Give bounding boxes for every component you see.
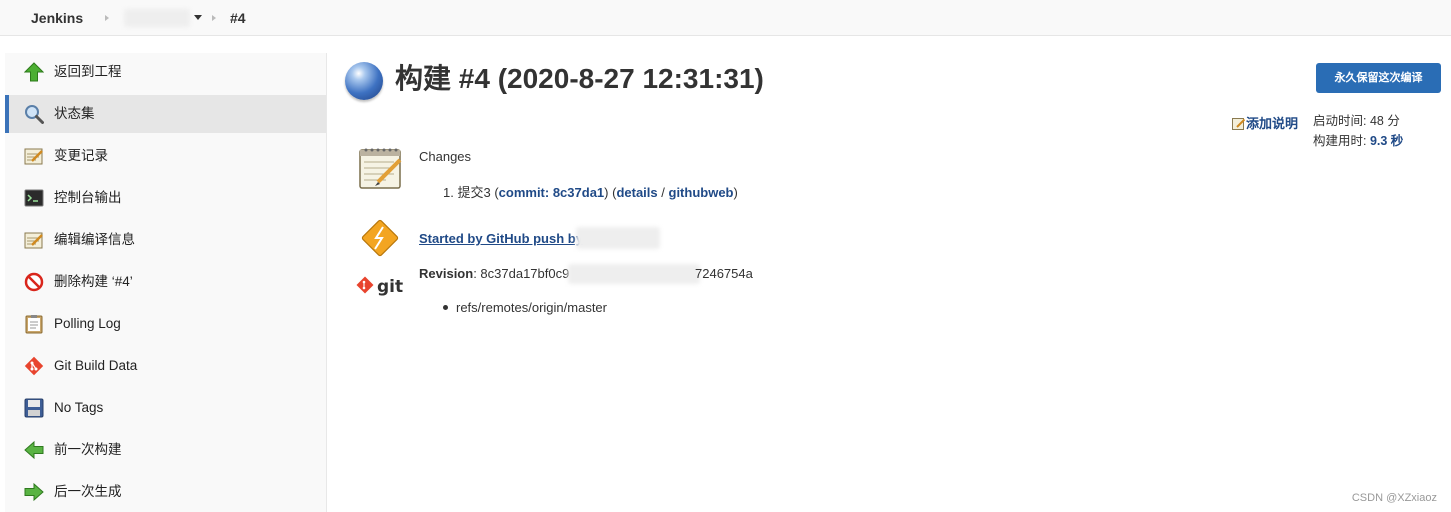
svg-text:git: git: [377, 277, 403, 297]
build-status-ball-icon: [345, 62, 383, 100]
commit-link[interactable]: commit: 8c37da1: [499, 185, 605, 200]
link-separator: /: [661, 185, 665, 200]
sidebar: 返回到工程 状态集 变更记录 控制台输出 编辑编译信息 删除构建 ‘#4’ Po…: [5, 53, 327, 512]
sidebar-item-delete-build[interactable]: 删除构建 ‘#4’: [5, 263, 326, 301]
watermark: CSDN @XZxiaoz: [1351, 492, 1437, 504]
clipboard-icon: [25, 315, 43, 334]
up-arrow-icon: [24, 62, 44, 82]
notepad-icon: [24, 232, 43, 249]
sidebar-item-next-build[interactable]: 后一次生成: [5, 473, 326, 511]
search-icon: [25, 105, 44, 124]
add-description-label: 添加说明: [1246, 116, 1299, 131]
sidebar-item-label: No Tags: [54, 400, 104, 415]
notepad-icon: [24, 148, 43, 165]
sidebar-item-edit-build-info[interactable]: 编辑编译信息: [5, 221, 326, 259]
breadcrumb-jenkins[interactable]: Jenkins: [31, 0, 83, 36]
git-icon: [24, 356, 44, 376]
no-entry-icon: [24, 272, 44, 292]
sidebar-item-label: 变更记录: [54, 148, 108, 163]
breadcrumb-bar: Jenkins #4: [0, 0, 1451, 36]
revision-suffix: 7246754a: [695, 266, 753, 281]
sidebar-item-label: Git Build Data: [54, 358, 138, 373]
sidebar-item-no-tags[interactable]: No Tags: [5, 389, 326, 427]
floppy-icon: [24, 398, 44, 418]
sidebar-item-label: 返回到工程: [54, 64, 122, 79]
change-item-text: 提交3: [457, 185, 491, 200]
git-logo-icon: git: [356, 276, 403, 297]
githubweb-link[interactable]: githubweb: [669, 185, 734, 200]
sidebar-item-label: 前一次构建: [54, 442, 122, 457]
sidebar-item-back-to-project[interactable]: 返回到工程: [5, 53, 326, 91]
sidebar-item-label: 后一次生成: [54, 484, 122, 499]
sidebar-item-label: 删除构建 ‘#4’: [54, 274, 133, 289]
details-link[interactable]: details: [616, 185, 657, 200]
sidebar-item-status[interactable]: 状态集: [5, 95, 326, 133]
revision-label: Revision: [419, 266, 474, 281]
sidebar-item-git-build-data[interactable]: Git Build Data: [5, 347, 326, 385]
started-time: 启动时间: 48 分: [1313, 114, 1400, 128]
sidebar-item-polling-log[interactable]: Polling Log: [5, 305, 326, 343]
revision: Revision: 8c37da17bf0c9: [419, 266, 570, 281]
change-item: 1. 提交3 (commit: 8c37da1) (details / gith…: [443, 185, 738, 200]
redacted-revision: [568, 264, 700, 284]
breadcrumb-separator: [212, 15, 216, 21]
redacted-user: [576, 227, 660, 249]
add-description-link[interactable]: 添加说明: [1232, 113, 1298, 132]
sidebar-item-previous-build[interactable]: 前一次构建: [5, 431, 326, 469]
started-by-github-push-link[interactable]: Started by GitHub push by: [419, 231, 583, 246]
page-title: 构建 #4 (2020-8-27 12:31:31): [395, 63, 764, 94]
chevron-down-icon[interactable]: [194, 15, 202, 20]
left-arrow-icon: [24, 440, 44, 460]
sidebar-item-label: Polling Log: [54, 316, 121, 331]
notepad-icon: [1232, 118, 1245, 130]
trigger-diamond-icon: [361, 219, 399, 257]
revision-prefix: 8c37da17bf0c9: [480, 266, 570, 281]
changes-heading: Changes: [419, 149, 472, 164]
build-duration-label: 构建用时:: [1313, 134, 1370, 148]
breadcrumb-build[interactable]: #4: [230, 0, 246, 36]
sidebar-item-console-output[interactable]: 控制台输出: [5, 179, 326, 217]
sidebar-item-changes[interactable]: 变更记录: [5, 137, 326, 175]
notepad-icon: [359, 148, 402, 189]
branch-ref: refs/remotes/origin/master: [456, 300, 607, 315]
sidebar-item-label: 状态集: [54, 106, 95, 121]
breadcrumb-job-redacted[interactable]: [124, 9, 190, 27]
breadcrumb-separator: [105, 15, 109, 21]
terminal-icon: [24, 189, 44, 207]
right-arrow-icon: [24, 482, 44, 502]
bullet: [443, 305, 448, 310]
sidebar-item-label: 控制台输出: [54, 190, 122, 205]
change-item-number: 1.: [443, 185, 454, 200]
build-duration: 构建用时: 9.3 秒: [1313, 130, 1403, 149]
keep-forever-button[interactable]: 永久保留这次编译: [1316, 63, 1441, 93]
build-duration-value[interactable]: 9.3 秒: [1370, 134, 1403, 148]
sidebar-item-label: 编辑编译信息: [54, 232, 135, 247]
